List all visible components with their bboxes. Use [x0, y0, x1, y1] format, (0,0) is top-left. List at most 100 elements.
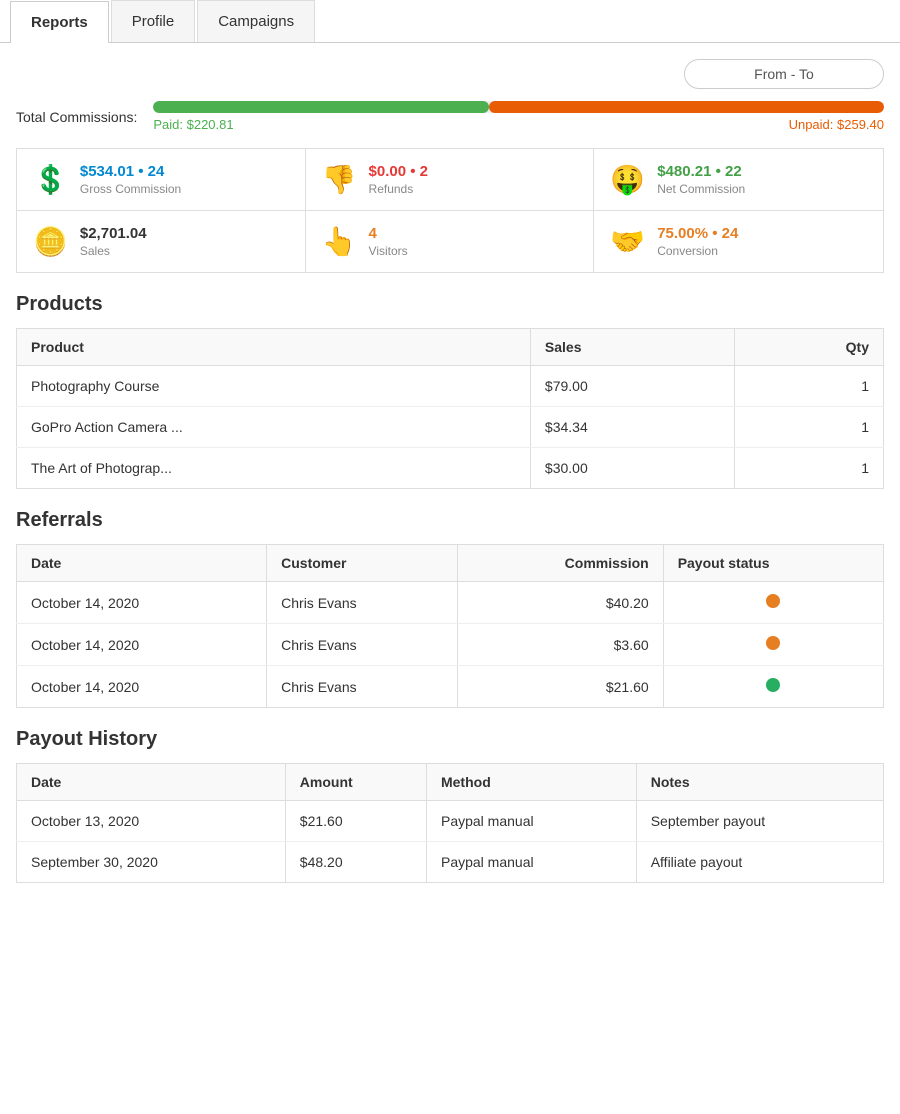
table-row: October 14, 2020 Chris Evans $21.60 [17, 666, 884, 708]
payout-notes: September payout [636, 801, 883, 842]
referrals-title: Referrals [16, 509, 884, 532]
referral-payout-status [663, 624, 883, 666]
dollar-icon: 💲 [33, 163, 68, 196]
product-sales: $30.00 [530, 448, 734, 489]
product-qty: 1 [735, 407, 884, 448]
date-separator: - [791, 66, 796, 82]
status-dot [766, 636, 780, 650]
stat-sales: 🪙 $2,701.04 Sales [17, 211, 306, 272]
referrals-section: Referrals Date Customer Commission Payou… [0, 509, 900, 728]
table-row: Photography Course $79.00 1 [17, 366, 884, 407]
product-qty: 1 [735, 366, 884, 407]
referral-commission: $21.60 [457, 666, 663, 708]
table-row: GoPro Action Camera ... $34.34 1 [17, 407, 884, 448]
tab-bar: Reports Profile Campaigns [0, 0, 900, 43]
stat-conversion-info: 75.00% • 24 Conversion [657, 225, 738, 258]
progress-bar-unpaid [489, 101, 884, 113]
table-row: October 14, 2020 Chris Evans $40.20 [17, 582, 884, 624]
stat-visitors: 👆 4 Visitors [306, 211, 595, 272]
progress-bar-paid [153, 101, 489, 113]
thumbsdown-icon: 👎 [322, 163, 357, 196]
total-commissions-section: Total Commissions: Paid: $220.81 Unpaid:… [0, 101, 900, 148]
payout-date: October 13, 2020 [17, 801, 286, 842]
product-sales: $34.34 [530, 407, 734, 448]
stat-gross-value: $534.01 • 24 [80, 163, 181, 180]
referral-payout-status [663, 582, 883, 624]
referral-payout-status [663, 666, 883, 708]
stat-visitors-label: Visitors [369, 244, 408, 258]
payout-col-date: Date [17, 764, 286, 801]
tab-reports[interactable]: Reports [10, 1, 109, 43]
paid-label: Paid: $220.81 [153, 117, 233, 132]
stat-net: 🤑 $480.21 • 22 Net Commission [594, 149, 883, 211]
handshake-icon: 🤝 [610, 225, 645, 258]
referral-date: October 14, 2020 [17, 624, 267, 666]
stat-refunds-value: $0.00 • 2 [369, 163, 428, 180]
stat-refunds: 👎 $0.00 • 2 Refunds [306, 149, 595, 211]
products-col-sales: Sales [530, 329, 734, 366]
date-range-row: From - To [0, 59, 900, 101]
pointer-icon: 👆 [322, 225, 357, 258]
stat-sales-label: Sales [80, 244, 147, 258]
product-name: Photography Course [17, 366, 531, 407]
payout-col-notes: Notes [636, 764, 883, 801]
product-name: The Art of Photograp... [17, 448, 531, 489]
payout-header-row: Date Amount Method Notes [17, 764, 884, 801]
tab-campaigns[interactable]: Campaigns [197, 0, 315, 42]
payout-col-method: Method [426, 764, 636, 801]
stat-visitors-info: 4 Visitors [369, 225, 408, 258]
referral-date: October 14, 2020 [17, 582, 267, 624]
stat-visitors-value: 4 [369, 225, 408, 242]
products-header-row: Product Sales Qty [17, 329, 884, 366]
products-section: Products Product Sales Qty Photography C… [0, 293, 900, 509]
products-col-qty: Qty [735, 329, 884, 366]
payout-history-section: Payout History Date Amount Method Notes … [0, 728, 900, 903]
payout-amount: $21.60 [285, 801, 426, 842]
unpaid-label: Unpaid: $259.40 [789, 117, 884, 132]
progress-labels: Paid: $220.81 Unpaid: $259.40 [153, 117, 884, 132]
table-row: September 30, 2020 $48.20 Paypal manual … [17, 842, 884, 883]
stat-conversion-value: 75.00% • 24 [657, 225, 738, 242]
product-qty: 1 [735, 448, 884, 489]
stat-conversion-label: Conversion [657, 244, 738, 258]
stat-sales-info: $2,701.04 Sales [80, 225, 147, 258]
payout-method: Paypal manual [426, 842, 636, 883]
status-dot [766, 594, 780, 608]
status-dot [766, 678, 780, 692]
stat-net-value: $480.21 • 22 [657, 163, 745, 180]
payout-method: Paypal manual [426, 801, 636, 842]
product-name: GoPro Action Camera ... [17, 407, 531, 448]
table-row: The Art of Photograp... $30.00 1 [17, 448, 884, 489]
referral-customer: Chris Evans [267, 624, 457, 666]
coins-icon: 🪙 [33, 225, 68, 258]
referrals-header-row: Date Customer Commission Payout status [17, 545, 884, 582]
total-commissions-label: Total Commissions: [16, 109, 137, 125]
referrals-col-commission: Commission [457, 545, 663, 582]
referrals-col-date: Date [17, 545, 267, 582]
table-row: October 13, 2020 $21.60 Paypal manual Se… [17, 801, 884, 842]
referral-customer: Chris Evans [267, 666, 457, 708]
stat-conversion: 🤝 75.00% • 24 Conversion [594, 211, 883, 272]
table-row: October 14, 2020 Chris Evans $3.60 [17, 624, 884, 666]
payout-history-table: Date Amount Method Notes October 13, 202… [16, 763, 884, 883]
stat-gross-label: Gross Commission [80, 182, 181, 196]
tab-profile[interactable]: Profile [111, 0, 196, 42]
products-title: Products [16, 293, 884, 316]
product-sales: $79.00 [530, 366, 734, 407]
stat-refunds-label: Refunds [369, 182, 428, 196]
referral-customer: Chris Evans [267, 582, 457, 624]
referral-commission: $3.60 [457, 624, 663, 666]
date-to-label: To [799, 66, 814, 82]
products-table: Product Sales Qty Photography Course $79… [16, 328, 884, 489]
payout-history-title: Payout History [16, 728, 884, 751]
progress-bar [153, 101, 884, 113]
payout-date: September 30, 2020 [17, 842, 286, 883]
payout-notes: Affiliate payout [636, 842, 883, 883]
stat-refunds-info: $0.00 • 2 Refunds [369, 163, 428, 196]
stat-net-info: $480.21 • 22 Net Commission [657, 163, 745, 196]
date-range-input[interactable]: From - To [684, 59, 884, 89]
stat-net-label: Net Commission [657, 182, 745, 196]
payout-col-amount: Amount [285, 764, 426, 801]
stat-gross-info: $534.01 • 24 Gross Commission [80, 163, 181, 196]
referrals-table: Date Customer Commission Payout status O… [16, 544, 884, 708]
